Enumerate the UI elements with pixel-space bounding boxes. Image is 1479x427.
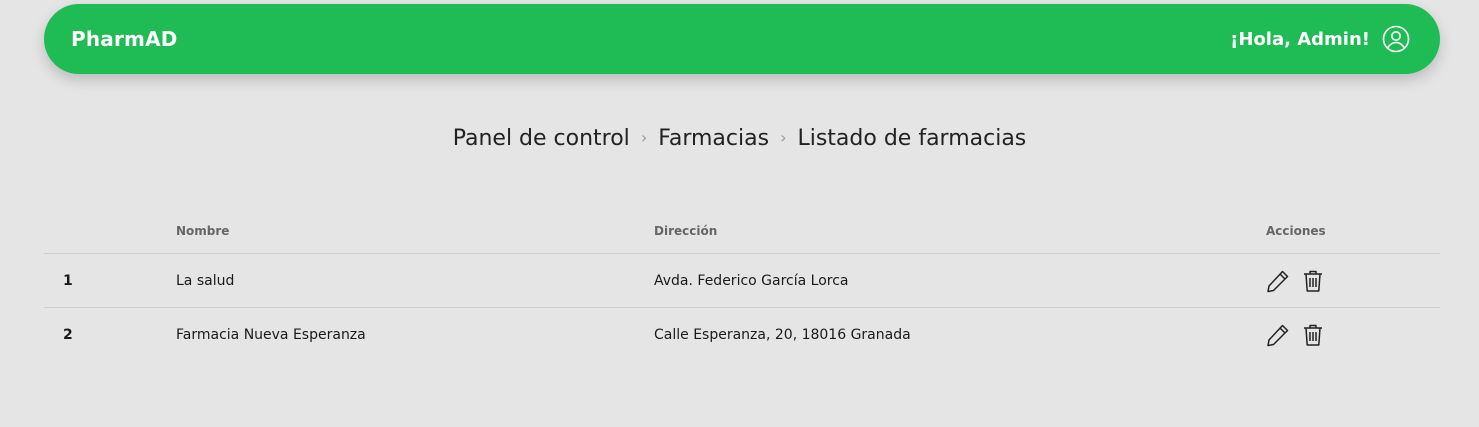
breadcrumb-item-farmacias[interactable]: Farmacias: [658, 126, 769, 151]
breadcrumb-item-panel[interactable]: Panel de control: [453, 126, 630, 151]
trash-icon[interactable]: [1302, 269, 1324, 293]
brand-logo[interactable]: PharmAD: [71, 27, 178, 51]
row-actions: [1266, 308, 1440, 362]
table-row: 2 Farmacia Nueva Esperanza Calle Esperan…: [44, 308, 1440, 362]
top-navbar: PharmAD ¡Hola, Admin!: [44, 4, 1440, 74]
user-circle-icon[interactable]: [1382, 25, 1410, 53]
table-row: 1 La salud Avda. Federico García Lorca: [44, 253, 1440, 308]
row-index: 1: [44, 253, 176, 308]
breadcrumb: Panel de control › Farmacias › Listado de fa…: [0, 126, 1479, 151]
row-actions: [1266, 253, 1440, 308]
row-address: Calle Esperanza, 20, 18016 Granada: [654, 326, 911, 343]
chevron-right-icon: ›: [640, 128, 648, 147]
trash-icon[interactable]: [1302, 323, 1324, 347]
header-actions: Acciones: [1266, 209, 1440, 254]
user-menu[interactable]: ¡Hola, Admin!: [1230, 25, 1410, 53]
user-greeting[interactable]: ¡Hola, Admin!: [1230, 29, 1370, 50]
breadcrumb-item-current: Listado de farmacias: [797, 126, 1027, 151]
row-index: 2: [63, 326, 73, 343]
pencil-icon[interactable]: [1266, 269, 1290, 293]
chevron-right-icon: ›: [780, 128, 787, 147]
pharmacies-table: Nombre Dirección Acciones 1 La salud Avd…: [44, 209, 1440, 361]
pencil-icon[interactable]: [1266, 323, 1290, 347]
row-address: Avda. Federico García Lorca: [654, 253, 1266, 308]
header-name[interactable]: Nombre: [176, 209, 654, 254]
header-address[interactable]: Dirección: [654, 209, 1266, 254]
row-name: La salud: [176, 253, 654, 308]
table-header-row: Nombre Dirección Acciones: [44, 209, 1440, 254]
header-index: [44, 209, 176, 254]
row-name: Farmacia Nueva Esperanza: [176, 326, 366, 343]
